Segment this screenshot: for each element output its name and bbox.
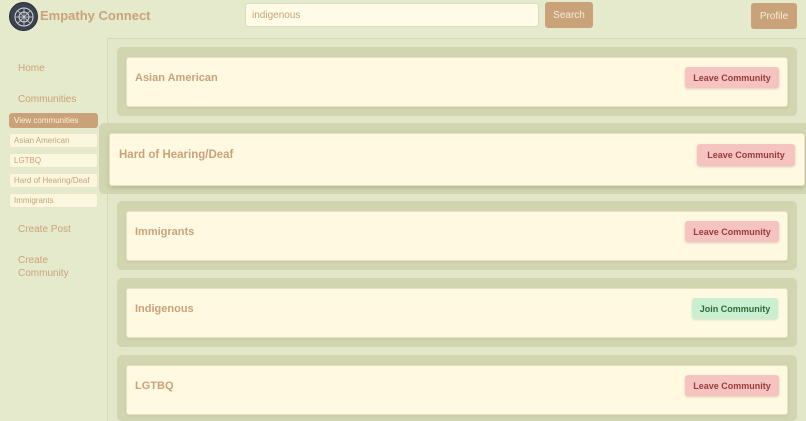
leave-community-button[interactable]: Leave Community — [685, 375, 779, 396]
nav-view-communities[interactable]: View communities — [9, 113, 98, 128]
join-community-button[interactable]: Join Community — [692, 298, 778, 319]
logo-icon[interactable] — [9, 2, 38, 31]
nav-home[interactable]: Home — [18, 62, 45, 75]
community-card: Indigenous Join Community — [126, 288, 788, 338]
sidebar-community-item[interactable]: Asian American — [9, 133, 98, 148]
leave-community-button[interactable]: Leave Community — [685, 67, 779, 88]
nav-create-post[interactable]: Create Post — [18, 223, 71, 236]
community-card: Hard of Hearing/Deaf Leave Community — [109, 133, 805, 186]
community-name: Hard of Hearing/Deaf — [119, 149, 234, 161]
profile-button[interactable]: Profile — [751, 3, 797, 29]
community-name: Indigenous — [135, 303, 194, 315]
sidebar-community-item[interactable]: LGTBQ — [9, 153, 98, 168]
sidebar-community-item[interactable]: Immigrants — [9, 193, 98, 208]
leave-community-button[interactable]: Leave Community — [685, 221, 779, 242]
community-card: LGTBQ Leave Community — [126, 365, 788, 415]
search-button[interactable]: Search — [545, 2, 593, 28]
community-name: Asian American — [135, 72, 218, 84]
top-bar: Empathy Connect Search Profile — [0, 0, 806, 39]
leave-community-button[interactable]: Leave Community — [697, 144, 795, 166]
nav-communities[interactable]: Communities — [18, 93, 76, 106]
nav-create-community[interactable]: Create Community — [18, 254, 78, 280]
community-name: Immigrants — [135, 226, 195, 238]
community-card: Asian American Leave Community — [126, 57, 788, 107]
sidebar-community-item[interactable]: Hard of Hearing/Deaf — [9, 173, 98, 188]
sidebar: Home Communities View communities Asian … — [0, 38, 108, 421]
search-input[interactable] — [245, 3, 539, 27]
community-name: LGTBQ — [135, 380, 174, 392]
community-card: Immigrants Leave Community — [126, 211, 788, 261]
app-title[interactable]: Empathy Connect — [40, 8, 151, 23]
